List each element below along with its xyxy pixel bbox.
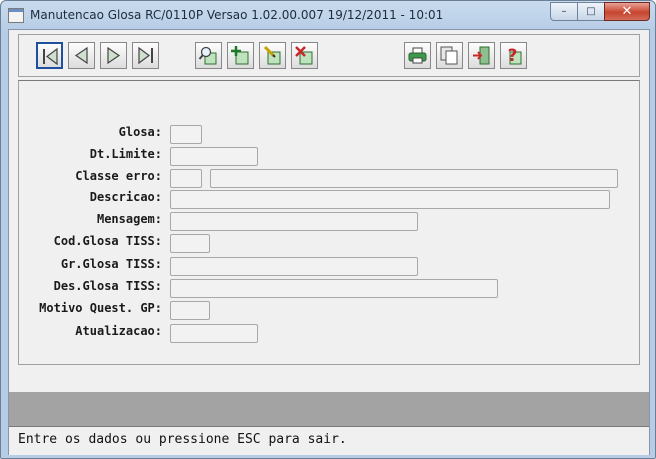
previous-record-button[interactable] [68,42,95,69]
gr-glosa-tiss-label: Gr.Glosa TISS: [60,257,162,271]
last-record-icon [138,46,153,65]
des-glosa-tiss-field[interactable] [170,279,498,298]
classe-erro-code-field[interactable] [170,169,202,188]
gr-glosa-tiss-field[interactable] [170,257,418,276]
cod-glosa-tiss-label: Cod.Glosa TISS: [53,234,162,248]
next-record-icon [107,46,121,65]
close-icon: ✕ [621,4,633,19]
copy-button[interactable] [436,42,463,69]
motivo-quest-gp-field[interactable] [170,301,210,320]
add-button[interactable] [227,42,254,69]
client-area: ? Glosa: Dt.Limite: Classe erro: Descric… [8,29,650,455]
message-area [9,392,649,426]
title-bar: Manutencao Glosa RC/0110P Versao 1.02.00… [1,1,655,29]
cod-glosa-tiss-field[interactable] [170,234,210,253]
application-icon [8,8,24,23]
last-record-button[interactable] [132,42,159,69]
first-record-button[interactable] [36,42,63,69]
glosa-field[interactable] [170,125,202,144]
magnifier-icon [198,46,217,65]
status-message: Entre os dados ou pressione ESC para sai… [18,432,347,447]
exit-door-icon [473,46,490,65]
dt-limite-field[interactable] [170,147,258,166]
window-title: Manutencao Glosa RC/0110P Versao 1.02.00… [30,8,444,22]
edit-record-icon [263,45,281,65]
add-record-icon [231,46,249,65]
edit-button[interactable] [259,42,286,69]
descricao-field[interactable] [170,190,610,209]
minimize-icon: – [561,6,567,17]
close-button[interactable]: ✕ [604,2,650,21]
dt-limite-label: Dt.Limite: [89,147,162,161]
status-bar: Entre os dados ou pressione ESC para sai… [9,426,649,455]
svg-text:?: ? [508,46,518,66]
classe-erro-description-field[interactable] [210,169,618,188]
atualizacao-label: Atualizacao: [75,324,162,338]
atualizacao-field[interactable] [170,324,258,343]
des-glosa-tiss-label: Des.Glosa TISS: [53,279,162,293]
copy-icon [440,46,458,65]
delete-record-icon [295,46,313,65]
printer-icon [408,47,427,64]
motivo-quest-gp-label: Motivo Quest. GP: [39,301,162,315]
maximize-icon: □ [586,6,596,17]
form-panel: Glosa: Dt.Limite: Classe erro: Descricao… [18,80,640,365]
toolbar: ? [18,34,640,77]
maximize-button[interactable]: □ [577,2,605,21]
classe-erro-label: Classe erro: [75,169,162,183]
first-record-icon [43,47,58,66]
descricao-label: Descricao: [89,190,162,204]
application-window: Manutencao Glosa RC/0110P Versao 1.02.00… [0,0,656,459]
mensagem-field[interactable] [170,212,418,231]
minimize-button[interactable]: – [550,2,578,21]
glosa-label: Glosa: [118,125,162,139]
delete-button[interactable] [291,42,318,69]
previous-record-icon [74,46,88,65]
help-icon: ? [508,46,522,66]
mensagem-label: Mensagem: [96,212,162,226]
help-button[interactable]: ? [500,42,527,69]
window-controls: – □ ✕ [550,2,650,21]
next-record-button[interactable] [100,42,127,69]
exit-button[interactable] [468,42,495,69]
search-button[interactable] [195,42,222,69]
print-button[interactable] [404,42,431,69]
